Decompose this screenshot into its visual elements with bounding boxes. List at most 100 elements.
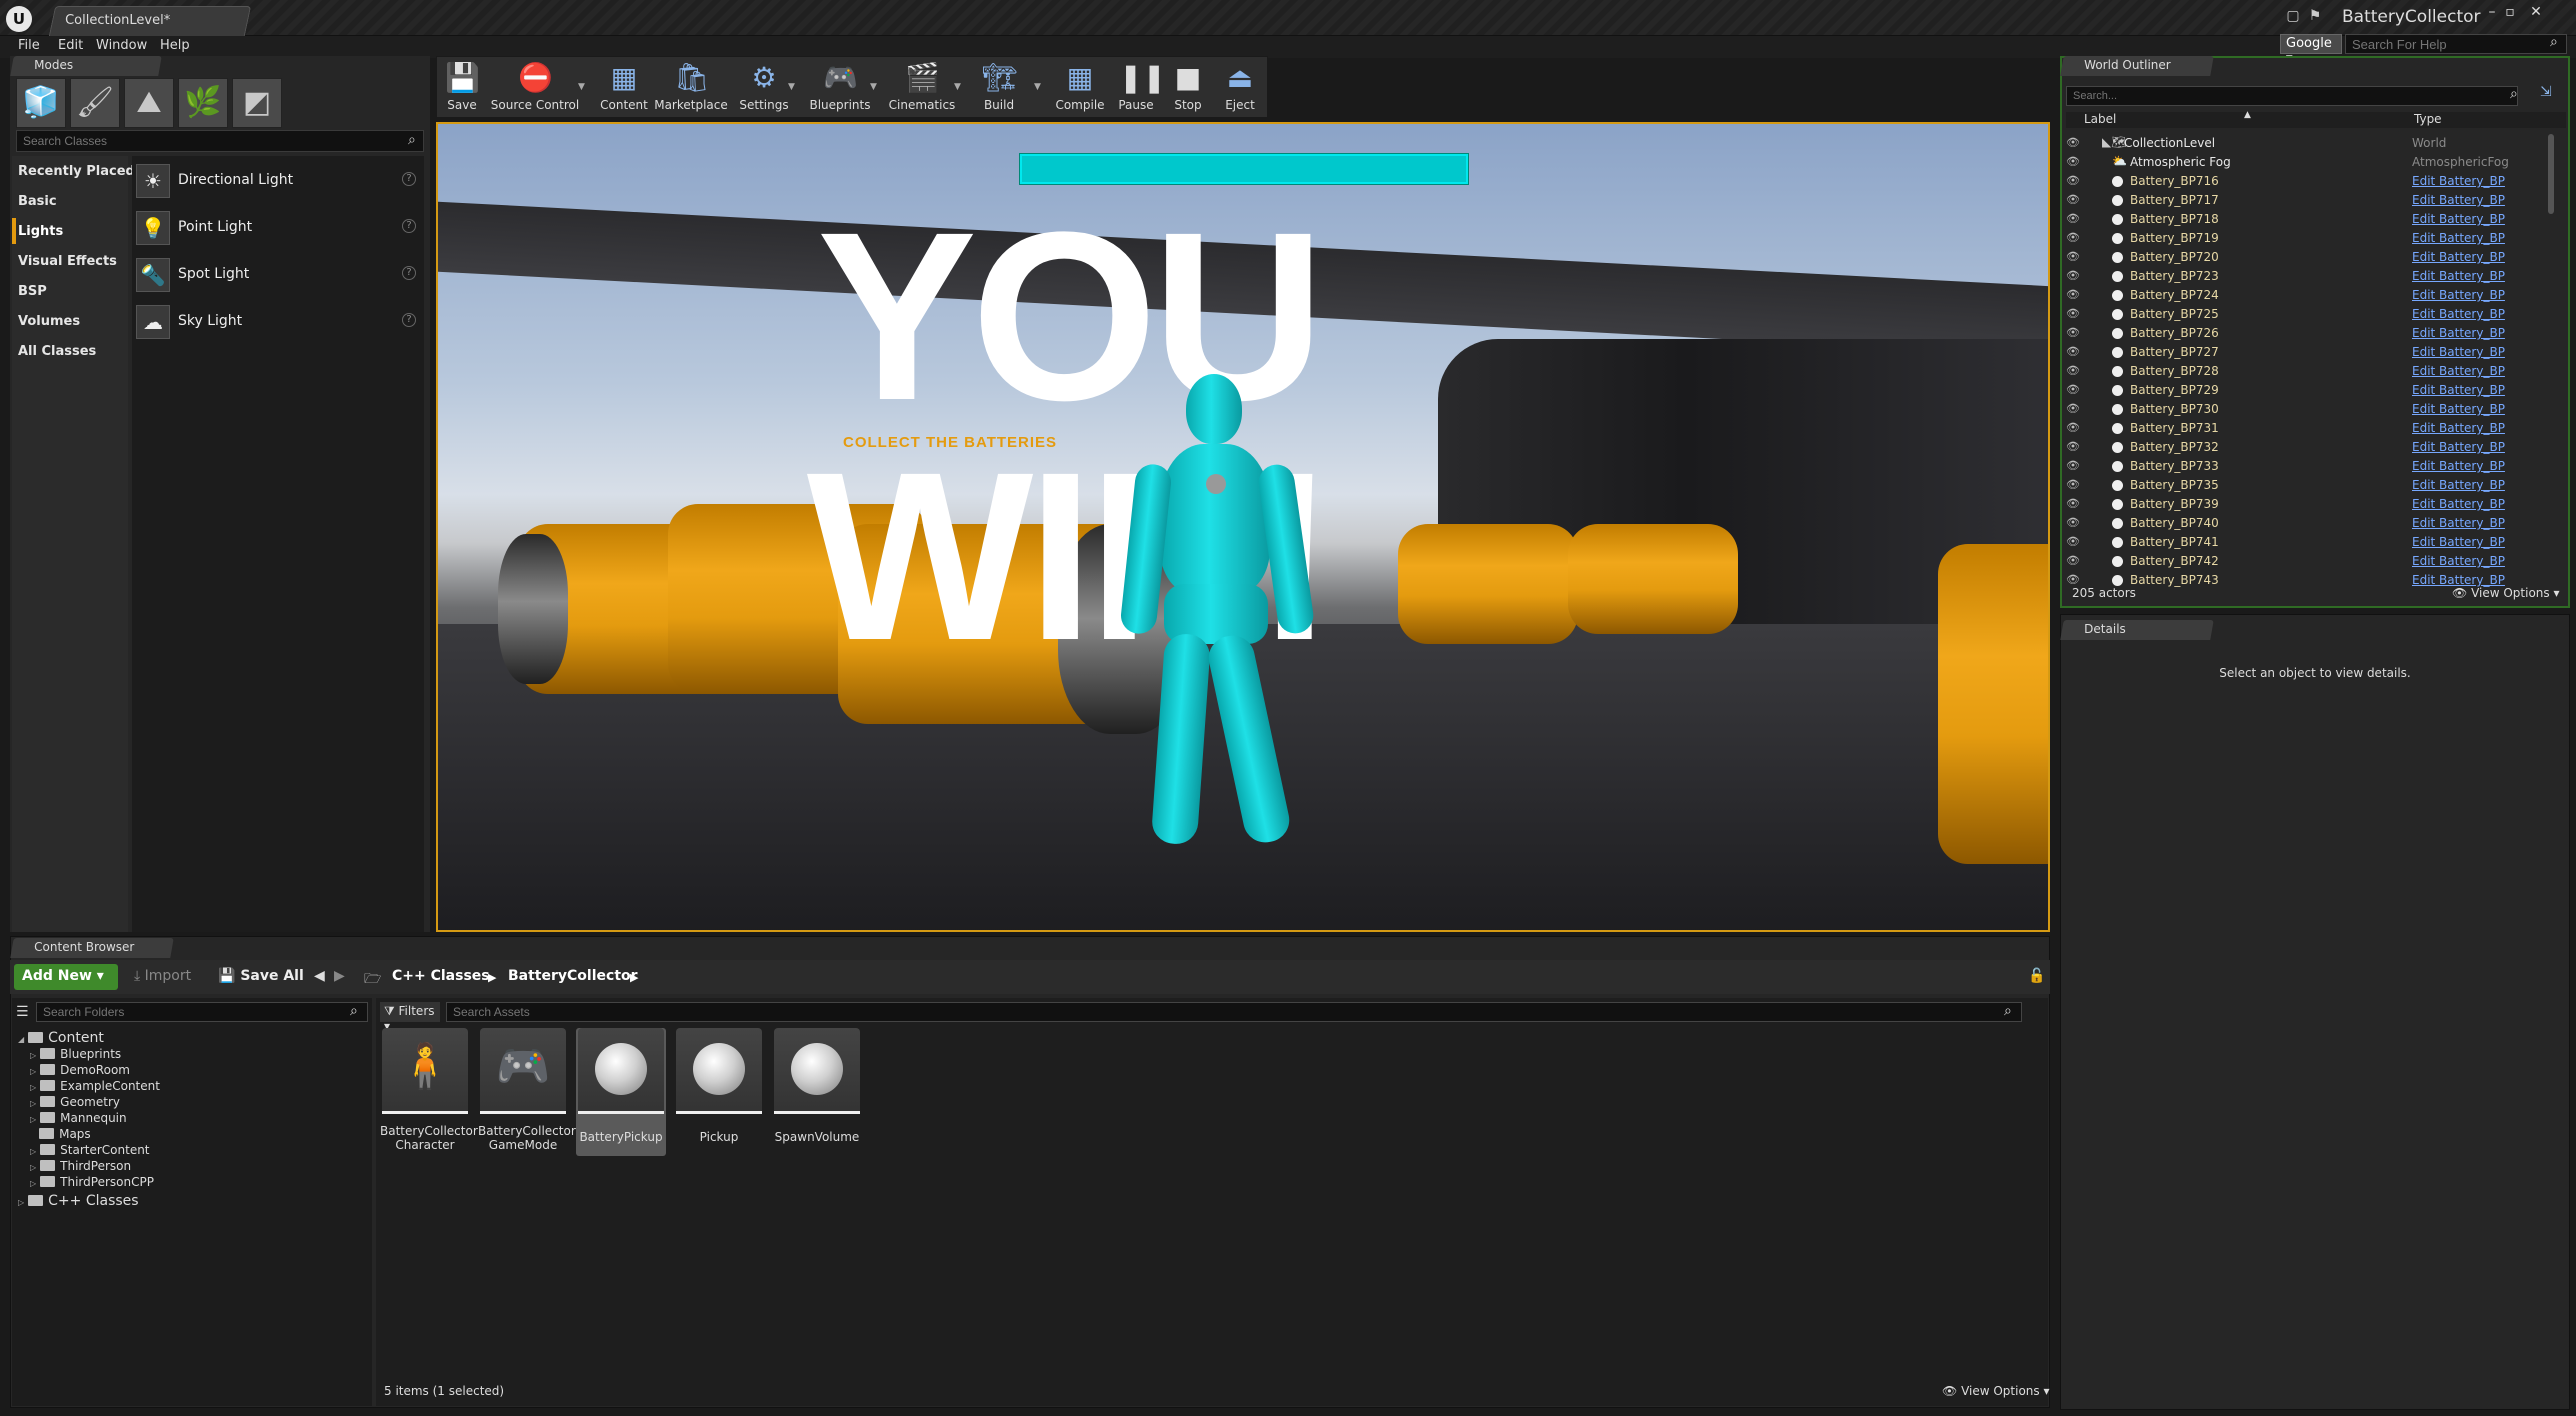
content-button[interactable]: ▦ Content xyxy=(596,56,652,116)
folder-item[interactable]: ▷ ExampleContent xyxy=(30,1079,160,1093)
folder-item[interactable]: ▷ ThirdPersonCPP xyxy=(30,1175,154,1189)
outliner-row[interactable]: 👁 Battery_BP716 Edit Battery_BP xyxy=(2066,172,2550,191)
edit-blueprint-link[interactable]: Edit Battery_BP xyxy=(2412,554,2505,568)
folder-item[interactable]: Maps xyxy=(30,1127,91,1141)
save-all-button[interactable]: 💾 Save All xyxy=(218,968,304,984)
outliner-row[interactable]: 👁 Battery_BP731 Edit Battery_BP xyxy=(2066,419,2550,438)
asset-tile[interactable]: SpawnVolume xyxy=(772,1028,862,1156)
edit-blueprint-link[interactable]: Edit Battery_BP xyxy=(2412,402,2505,416)
category-volumes[interactable]: Volumes xyxy=(18,314,80,329)
visibility-eye-icon[interactable]: 👁 xyxy=(2066,193,2080,206)
marketplace-button[interactable]: 🛍 Marketplace xyxy=(654,56,728,116)
folder-tree-toggle-icon[interactable]: ☰ xyxy=(16,1004,29,1020)
paint-mode-icon[interactable]: 🖌 xyxy=(70,78,120,128)
edit-blueprint-link[interactable]: Edit Battery_BP xyxy=(2412,345,2505,359)
outliner-row[interactable]: 👁 ⛅ Atmospheric Fog AtmosphericFog xyxy=(2066,153,2550,172)
visibility-eye-icon[interactable]: 👁 xyxy=(2066,440,2080,453)
edit-blueprint-link[interactable]: Edit Battery_BP xyxy=(2412,326,2505,340)
visibility-eye-icon[interactable]: 👁 xyxy=(2066,288,2080,301)
visibility-eye-icon[interactable]: 👁 xyxy=(2066,269,2080,282)
import-button[interactable]: ⤓ Import xyxy=(134,968,191,984)
place-mode-icon[interactable]: 🧊 xyxy=(16,78,66,128)
visibility-eye-icon[interactable]: 👁 xyxy=(2066,250,2080,263)
placeable-point-light[interactable]: 💡 Point Light ? xyxy=(136,207,424,247)
outliner-row[interactable]: 👁 Battery_BP719 Edit Battery_BP xyxy=(2066,229,2550,248)
outliner-row[interactable]: 👁 Battery_BP733 Edit Battery_BP xyxy=(2066,457,2550,476)
search-classes-input[interactable] xyxy=(16,130,424,152)
breadcrumb-separator-icon[interactable]: ▶ xyxy=(630,971,638,984)
source-control-icon[interactable]: ⚑ xyxy=(2306,8,2324,26)
folder-item[interactable]: ▷ C++ Classes xyxy=(18,1193,139,1209)
category-visual-effects[interactable]: Visual Effects xyxy=(18,254,117,269)
sort-icon[interactable]: ▲ xyxy=(2244,110,2251,120)
folder-item[interactable]: ◢ Content xyxy=(18,1030,104,1046)
chevron-down-icon[interactable]: ▼ xyxy=(788,82,795,92)
help-icon[interactable]: ? xyxy=(402,219,416,233)
edit-blueprint-link[interactable]: Edit Battery_BP xyxy=(2412,364,2505,378)
expand-arrow-icon[interactable]: ▷ xyxy=(30,1067,36,1076)
column-type[interactable]: Type xyxy=(2414,112,2442,126)
search-icon[interactable]: ⌕ xyxy=(2550,34,2558,50)
category-all-classes[interactable]: All Classes xyxy=(18,344,96,359)
edit-blueprint-link[interactable]: Edit Battery_BP xyxy=(2412,250,2505,264)
folder-item[interactable]: ▷ Mannequin xyxy=(30,1111,127,1125)
visibility-eye-icon[interactable]: 👁 xyxy=(2066,326,2080,339)
expand-arrow-icon[interactable]: ▷ xyxy=(30,1147,36,1156)
visibility-eye-icon[interactable]: 👁 xyxy=(2066,231,2080,244)
visibility-eye-icon[interactable]: 👁 xyxy=(2066,155,2080,168)
compile-button[interactable]: ▦ Compile xyxy=(1052,56,1108,116)
visibility-eye-icon[interactable]: 👁 xyxy=(2066,516,2080,529)
visibility-eye-icon[interactable]: 👁 xyxy=(2066,402,2080,415)
back-arrow-icon[interactable]: ◀ xyxy=(314,968,325,984)
visibility-eye-icon[interactable]: 👁 xyxy=(2066,136,2080,149)
asset-view-options[interactable]: 👁 View Options ▾ xyxy=(1942,1384,2050,1398)
chevron-down-icon[interactable]: ▼ xyxy=(870,82,877,92)
menu-file[interactable]: File xyxy=(18,38,40,53)
asset-search-input[interactable] xyxy=(446,1002,2022,1022)
expand-arrow-icon[interactable]: ▷ xyxy=(30,1099,36,1108)
pause-button[interactable]: ❚❚ Pause xyxy=(1114,56,1166,116)
outliner-row[interactable]: 👁 Battery_BP739 Edit Battery_BP xyxy=(2066,495,2550,514)
build-button[interactable]: 🏗 Build xyxy=(976,56,1022,116)
add-new-button[interactable]: Add New ▾ xyxy=(14,964,118,990)
menu-edit[interactable]: Edit xyxy=(58,38,83,53)
category-lights[interactable]: Lights xyxy=(18,224,63,239)
asset-tile[interactable]: 🧍 BatteryCollector Character xyxy=(380,1028,478,1156)
category-recently-placed[interactable]: Recently Placed xyxy=(18,164,135,179)
category-basic[interactable]: Basic xyxy=(18,194,57,209)
outliner-row[interactable]: 👁 Battery_BP717 Edit Battery_BP xyxy=(2066,191,2550,210)
outliner-row[interactable]: 👁 ◣🗺 CollectionLevel World xyxy=(2066,134,2550,153)
placeable-directional-light[interactable]: ☀ Directional Light ? xyxy=(136,160,424,200)
outliner-row[interactable]: 👁 Battery_BP740 Edit Battery_BP xyxy=(2066,514,2550,533)
expand-arrow-icon[interactable]: ▷ xyxy=(30,1083,36,1092)
edit-blueprint-link[interactable]: Edit Battery_BP xyxy=(2412,307,2505,321)
outliner-row[interactable]: 👁 Battery_BP718 Edit Battery_BP xyxy=(2066,210,2550,229)
maximize-icon[interactable]: ▫ xyxy=(2500,4,2520,22)
document-tab[interactable]: CollectionLevel* xyxy=(48,6,252,36)
landscape-mode-icon[interactable]: ⛰ xyxy=(124,78,174,128)
help-icon[interactable]: ? xyxy=(402,172,416,186)
settings-button[interactable]: ⚙ Settings xyxy=(736,56,792,116)
content-browser-tab[interactable]: Content Browser xyxy=(10,938,174,958)
outliner-row[interactable]: 👁 Battery_BP742 Edit Battery_BP xyxy=(2066,552,2550,571)
visibility-eye-icon[interactable]: 👁 xyxy=(2066,364,2080,377)
details-tab[interactable]: Details xyxy=(2060,620,2214,640)
help-search-input[interactable] xyxy=(2345,34,2567,54)
menu-help[interactable]: Help xyxy=(160,38,190,53)
asset-tile[interactable]: 🎮 BatteryCollector GameMode xyxy=(478,1028,576,1156)
folder-item[interactable]: ▷ StarterContent xyxy=(30,1143,150,1157)
visibility-eye-icon[interactable]: 👁 xyxy=(2066,421,2080,434)
visibility-eye-icon[interactable]: 👁 xyxy=(2066,345,2080,358)
edit-blueprint-link[interactable]: Edit Battery_BP xyxy=(2412,440,2505,454)
visibility-eye-icon[interactable]: 👁 xyxy=(2066,478,2080,491)
filters-button[interactable]: ⧩ Filters ▾ xyxy=(380,1002,440,1033)
expand-arrow-icon[interactable]: ▷ xyxy=(30,1051,36,1060)
folder-item[interactable]: ▷ ThirdPerson xyxy=(30,1159,131,1173)
search-engine-select[interactable]: Google ▾ xyxy=(2280,34,2342,66)
outliner-row[interactable]: 👁 Battery_BP723 Edit Battery_BP xyxy=(2066,267,2550,286)
outliner-row[interactable]: 👁 Battery_BP730 Edit Battery_BP xyxy=(2066,400,2550,419)
folder-item[interactable]: ▷ Geometry xyxy=(30,1095,120,1109)
level-viewport[interactable]: YOU WIN! COLLECT THE BATTERIES xyxy=(436,122,2050,932)
blueprints-button[interactable]: 🎮 Blueprints xyxy=(804,56,876,116)
edit-blueprint-link[interactable]: Edit Battery_BP xyxy=(2412,383,2505,397)
